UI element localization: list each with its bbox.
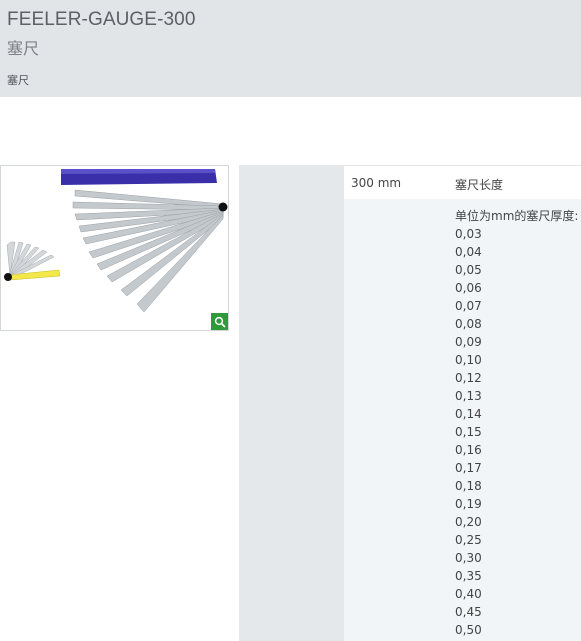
spec-table-gutter [239,165,344,641]
thickness-item: 0,20 [455,515,482,529]
length-value: 300 mm [351,176,402,190]
thickness-item: 0,05 [455,263,482,277]
page-header: FEELER-GAUGE-300 塞尺 塞尺 [0,0,581,97]
thickness-item: 0,19 [455,497,482,511]
thickness-item: 0,06 [455,281,482,295]
thickness-list: 0,03 0,04 0,05 0,06 0,07 0,08 0,09 0,10 … [455,225,482,639]
thickness-item: 0,30 [455,551,482,565]
thickness-item: 0,18 [455,479,482,493]
thickness-label: 单位为mm的塞尺厚度: [455,209,579,223]
zoom-button[interactable] [211,313,228,330]
thickness-item: 0,16 [455,443,482,457]
thickness-item: 0,45 [455,605,482,619]
thickness-item: 0,08 [455,317,482,331]
spec-row-thickness: 单位为mm的塞尺厚度: 0,03 0,04 0,05 0,06 0,07 0,0… [344,199,581,641]
feeler-gauge-photo [4,169,228,313]
thickness-item: 0,40 [455,587,482,601]
thickness-item: 0,04 [455,245,482,259]
thickness-item: 0,12 [455,371,482,385]
thickness-item: 0,35 [455,569,482,583]
thickness-item: 0,25 [455,533,482,547]
thickness-item: 0,09 [455,335,482,349]
thickness-item: 0,17 [455,461,482,475]
length-label: 塞尺长度 [455,178,504,192]
spec-row-length: 300 mm 塞尺长度 [344,165,581,199]
product-image[interactable] [0,165,229,331]
thickness-item: 0,13 [455,389,482,403]
thickness-item: 0,07 [455,299,482,313]
thickness-item: 0,15 [455,425,482,439]
breadcrumb[interactable]: 塞尺 [7,72,29,88]
zoom-magnifier-icon [214,316,226,328]
thickness-item: 0,14 [455,407,482,421]
thickness-item: 0,03 [455,227,482,241]
thickness-item: 0,10 [455,353,482,367]
thickness-item: 0,50 [455,623,482,637]
page-subtitle: 塞尺 [7,39,40,58]
page-title: FEELER-GAUGE-300 [7,9,196,30]
